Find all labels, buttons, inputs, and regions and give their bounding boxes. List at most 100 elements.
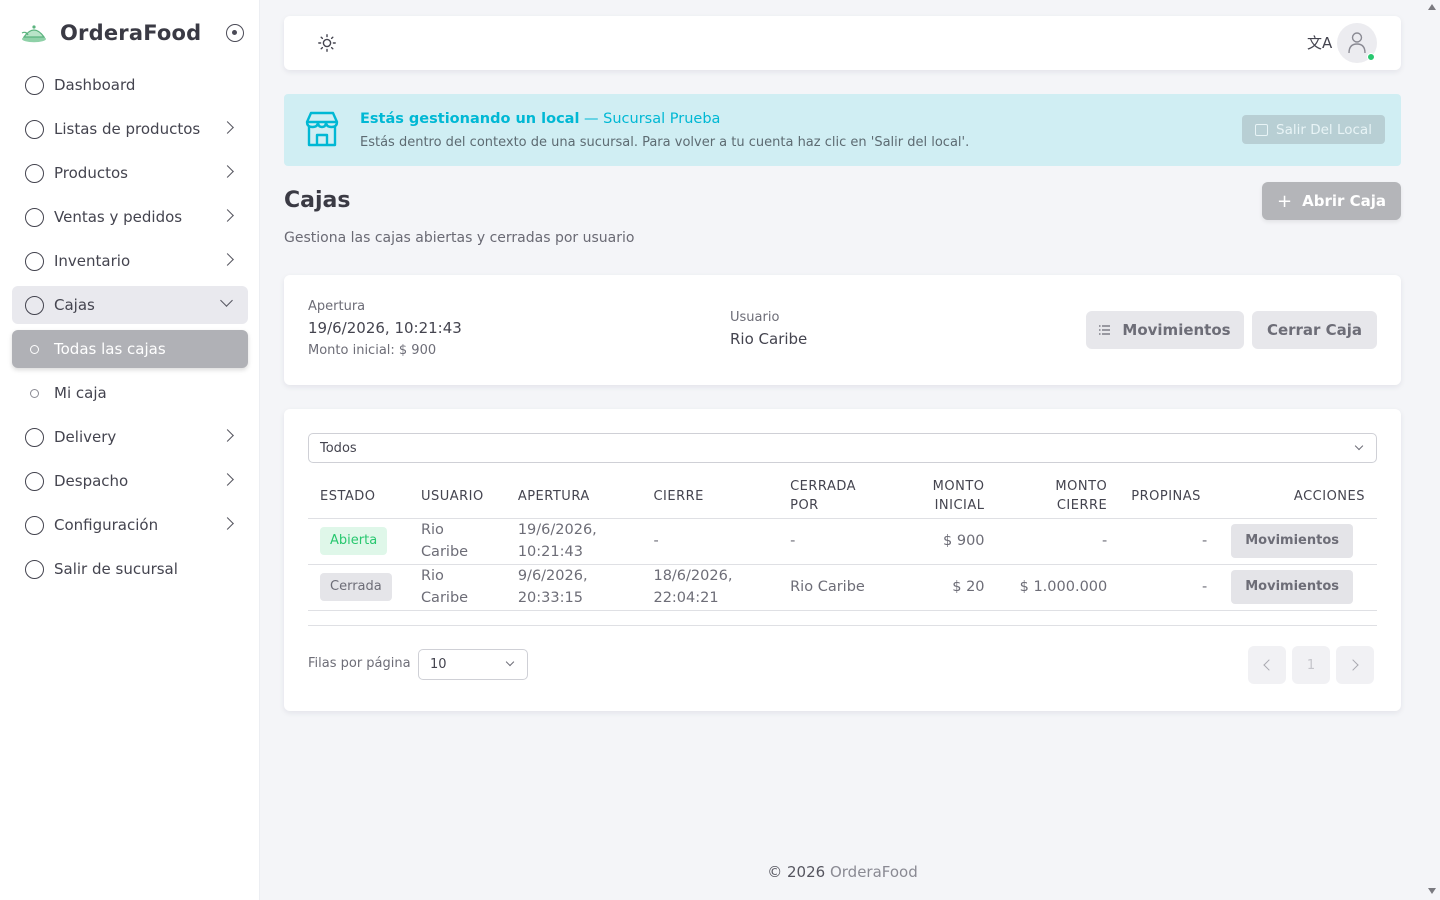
close-box-button[interactable]: Cerrar Caja bbox=[1252, 311, 1377, 349]
page-number-button[interactable]: 1 bbox=[1292, 646, 1330, 684]
alert-title-main: Estás gestionando un local bbox=[360, 111, 580, 127]
sidebar-item-label: Productos bbox=[54, 164, 128, 182]
circle-icon bbox=[25, 515, 44, 535]
chevron-right-icon bbox=[221, 253, 234, 266]
current-box-card: Apertura 19/6/2026, 10:21:43 Monto inici… bbox=[284, 275, 1401, 385]
sidebar-item-dashboard[interactable]: Dashboard bbox=[12, 66, 248, 104]
branch-alert: Estás gestionando un local — Sucursal Pr… bbox=[284, 94, 1401, 166]
chevron-down-icon bbox=[220, 294, 233, 307]
chevron-right-icon bbox=[221, 165, 234, 178]
sun-icon[interactable] bbox=[318, 34, 336, 52]
online-status-dot bbox=[1367, 53, 1375, 61]
topbar: 文A bbox=[284, 16, 1401, 70]
rows-per-page-select[interactable]: 10 bbox=[418, 649, 528, 680]
circle-icon bbox=[25, 295, 44, 315]
status-filter-value: Todos bbox=[320, 441, 357, 456]
sidebar-item-label: Cajas bbox=[54, 296, 95, 314]
col-propinas[interactable]: PROPINAS bbox=[1119, 475, 1220, 519]
chevron-right-icon bbox=[221, 429, 234, 442]
cell-text: 10:21:43 bbox=[517, 544, 583, 560]
store-icon bbox=[305, 111, 339, 147]
open-box-button[interactable]: + Abrir Caja bbox=[1262, 182, 1401, 220]
status-badge-open: Abierta bbox=[320, 527, 388, 555]
circle-icon bbox=[25, 559, 44, 579]
sidebar-item-mi-caja[interactable]: Mi caja bbox=[12, 374, 248, 412]
brand-name: OrderaFood bbox=[60, 21, 202, 45]
user-label: Usuario bbox=[730, 310, 780, 325]
leave-branch-button[interactable]: Salir Del Local bbox=[1242, 115, 1385, 144]
col-label: CIERRE bbox=[1056, 498, 1108, 514]
status-filter-select[interactable]: Todos bbox=[308, 433, 1377, 463]
opening-value: 19/6/2026, 10:21:43 bbox=[308, 319, 462, 337]
footer-brand-link[interactable]: OrderaFood bbox=[830, 863, 918, 881]
chevron-down-icon bbox=[505, 657, 515, 667]
cell-monto-inicial: $ 900 bbox=[879, 518, 997, 565]
col-estado[interactable]: ESTADO bbox=[308, 475, 409, 519]
translate-icon[interactable]: 文A bbox=[1307, 32, 1332, 53]
col-cerrada-por[interactable]: CERRADA POR bbox=[778, 475, 880, 519]
circle-icon bbox=[25, 427, 44, 447]
circle-icon bbox=[25, 163, 44, 183]
alert-description: Estás dentro del contexto de una sucursa… bbox=[360, 135, 970, 150]
brand[interactable]: OrderaFood bbox=[20, 18, 201, 48]
sidebar-item-delivery[interactable]: Delivery bbox=[12, 418, 248, 456]
cell-cerrada-por: Rio Caribe bbox=[778, 564, 880, 611]
row-movements-button[interactable]: Movimientos bbox=[1231, 570, 1353, 604]
plus-icon: + bbox=[1277, 190, 1293, 212]
sidebar-item-label: Ventas y pedidos bbox=[54, 208, 183, 226]
cell-text: 18/6/2026, bbox=[653, 568, 733, 584]
sidebar-item-label: Listas de productos bbox=[54, 120, 201, 138]
sidebar-item-label: Inventario bbox=[54, 252, 131, 270]
col-label: POR bbox=[790, 498, 819, 514]
col-monto-cierre[interactable]: MONTO CIERRE bbox=[996, 475, 1120, 519]
dot-icon bbox=[30, 388, 39, 398]
circle-icon bbox=[25, 251, 44, 271]
col-usuario[interactable]: USUARIO bbox=[408, 475, 506, 519]
col-apertura[interactable]: APERTURA bbox=[505, 475, 642, 519]
col-label: MONTO bbox=[1055, 479, 1108, 495]
cell-text: Rio bbox=[420, 568, 444, 584]
cell-text: Caribe bbox=[420, 590, 469, 606]
col-monto-inicial[interactable]: MONTO INICIAL bbox=[879, 475, 997, 519]
user-value: Rio Caribe bbox=[730, 330, 808, 348]
boxes-table: ESTADO USUARIO APERTURA CIERRE CERRADA PO… bbox=[308, 475, 1377, 611]
sidebar-item-inventario[interactable]: Inventario bbox=[12, 242, 248, 280]
sidebar-nav: Dashboard Listas de productos Productos … bbox=[12, 66, 248, 594]
sidebar-item-despacho[interactable]: Despacho bbox=[12, 462, 248, 500]
scroll-down-arrow[interactable] bbox=[1428, 888, 1436, 894]
sidebar-item-label: Salir de sucursal bbox=[54, 560, 178, 578]
sidebar-item-productos[interactable]: Productos bbox=[12, 154, 248, 192]
pin-sidebar-icon[interactable] bbox=[226, 24, 244, 42]
table-header-row: ESTADO USUARIO APERTURA CIERRE CERRADA PO… bbox=[308, 475, 1377, 519]
cell-text: Rio bbox=[420, 522, 444, 538]
col-cierre[interactable]: CIERRE bbox=[641, 475, 779, 519]
rows-per-page-label: Filas por página bbox=[308, 656, 411, 671]
chevron-down-icon bbox=[1354, 441, 1364, 451]
cell-usuario: Rio Caribe bbox=[408, 564, 506, 611]
prev-page-button[interactable] bbox=[1248, 646, 1286, 684]
sidebar-item-salir-de-sucursal[interactable]: Salir de sucursal bbox=[12, 550, 248, 588]
logo-icon bbox=[21, 25, 46, 43]
sidebar-item-listas-de-productos[interactable]: Listas de productos bbox=[12, 110, 248, 148]
alert-branch-name: — Sucursal Prueba bbox=[584, 111, 721, 127]
cell-propinas: - bbox=[1119, 518, 1220, 565]
row-movements-button[interactable]: Movimientos bbox=[1231, 524, 1353, 558]
avatar[interactable] bbox=[1337, 23, 1377, 63]
sidebar-item-cajas[interactable]: Cajas bbox=[12, 286, 248, 324]
sidebar-item-label: Todas las cajas bbox=[54, 340, 166, 358]
initial-amount: Monto inicial: $ 900 bbox=[308, 343, 437, 358]
status-badge-closed: Cerrada bbox=[320, 573, 392, 601]
next-page-button[interactable] bbox=[1336, 646, 1374, 684]
sidebar-item-label: Delivery bbox=[54, 428, 117, 446]
scroll-up-arrow[interactable] bbox=[1428, 4, 1436, 10]
chevron-right-icon bbox=[221, 517, 234, 530]
cell-text: 9/6/2026, bbox=[517, 568, 588, 584]
sidebar-item-todas-las-cajas[interactable]: Todas las cajas bbox=[12, 330, 248, 368]
copyright: © 2026 bbox=[767, 863, 826, 881]
opening-label: Apertura bbox=[308, 299, 366, 314]
movements-button[interactable]: Movimientos bbox=[1086, 311, 1244, 349]
list-icon bbox=[1099, 325, 1111, 335]
circle-icon bbox=[25, 471, 44, 491]
sidebar-item-ventas-y-pedidos[interactable]: Ventas y pedidos bbox=[12, 198, 248, 236]
sidebar-item-configuracion[interactable]: Configuración bbox=[12, 506, 248, 544]
